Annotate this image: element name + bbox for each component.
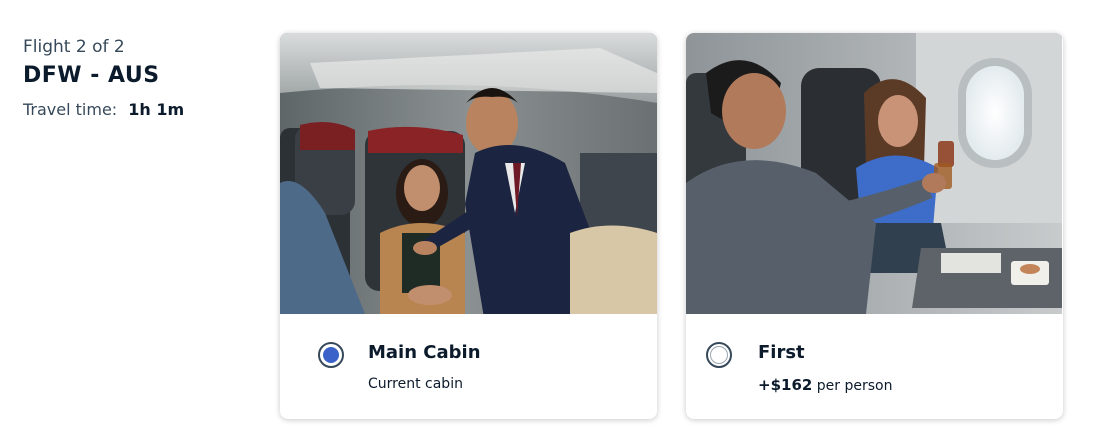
main-cabin-photo [280, 33, 657, 314]
first-cabin-radio[interactable] [706, 342, 732, 368]
cabin-card-body: Main Cabin Current cabin [280, 314, 657, 419]
flight-count: Flight 2 of 2 [23, 37, 125, 57]
cabin-card-body: First +$162 per person [686, 314, 1063, 419]
travel-time-label: Travel time: [23, 100, 118, 119]
first-cabin-photo [686, 33, 1063, 314]
flight-info: Flight 2 of 2 DFW - AUS Travel time: 1h … [23, 36, 184, 121]
cabin-subtitle: Current cabin [368, 376, 463, 392]
main-cabin-radio[interactable] [318, 342, 344, 368]
cabin-price: +$162 per person [758, 376, 892, 394]
cabin-name: First [758, 342, 805, 363]
upgrade-price: +$162 [758, 376, 813, 394]
travel-time: Travel time: 1h 1m [23, 99, 184, 121]
travel-time-value: 1h 1m [128, 100, 185, 119]
price-suffix: per person [816, 378, 893, 394]
cabin-name: Main Cabin [368, 342, 481, 363]
cabin-card-main[interactable]: Main Cabin Current cabin [280, 33, 657, 419]
flight-route: DFW - AUS [23, 63, 160, 88]
cabin-card-first[interactable]: First +$162 per person [686, 33, 1063, 419]
